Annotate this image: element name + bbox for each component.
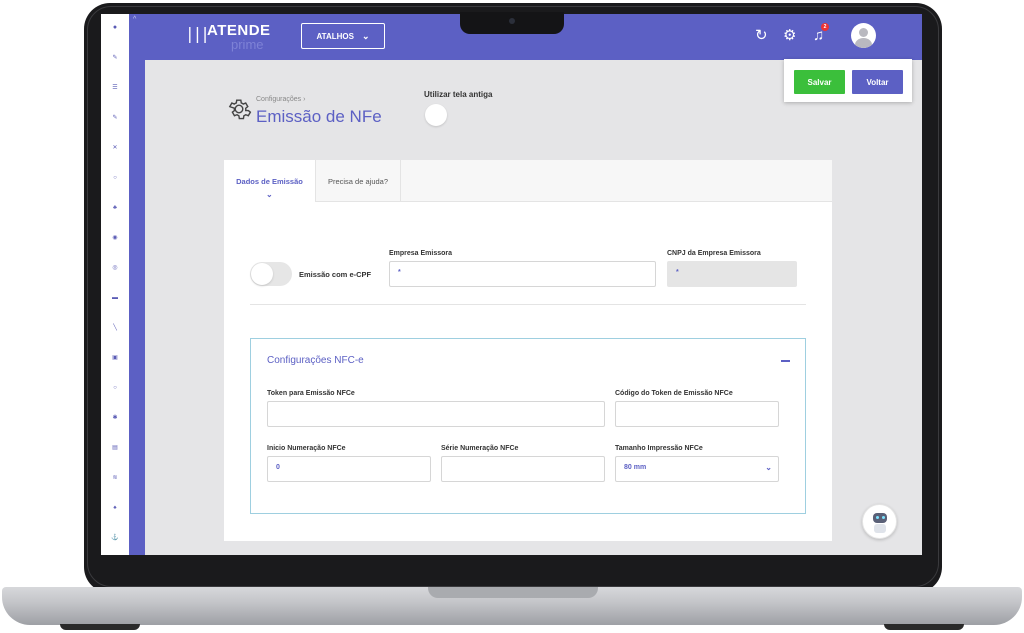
gear-icon[interactable]: ⚙ xyxy=(783,27,796,45)
menu-item-icon[interactable]: ◎ xyxy=(101,264,129,272)
back-button[interactable]: Voltar xyxy=(852,70,903,94)
menu-item-icon[interactable]: ○ xyxy=(101,174,129,182)
save-button[interactable]: Salvar xyxy=(794,70,845,94)
empresa-label: Empresa Emissora xyxy=(389,250,453,257)
nfce-panel-title: Configurações NFC-e xyxy=(267,355,364,366)
atende-prime-logo[interactable]: ||| ATENDE prime xyxy=(185,21,280,55)
divider xyxy=(250,304,806,305)
collapse-icon[interactable] xyxy=(781,360,790,362)
chevron-down-icon: ⌄ xyxy=(765,463,772,472)
ecpf-toggle[interactable] xyxy=(250,262,292,286)
menu-item-icon[interactable]: ▤ xyxy=(101,444,129,452)
tab-dados-emissao[interactable]: Dados de Emissão ⌄ xyxy=(224,160,315,203)
breadcrumb[interactable]: Configurações › xyxy=(256,96,305,103)
menu-item-icon[interactable]: ⚓ xyxy=(101,534,129,542)
menu-item-icon[interactable]: ▬ xyxy=(101,294,129,302)
cnpj-label: CNPJ da Empresa Emissora xyxy=(667,250,761,257)
tab-bar: Dados de Emissão ⌄ Precisa de ajuda? xyxy=(224,160,832,203)
series-input[interactable] xyxy=(441,456,605,482)
notification-badge: 2 xyxy=(821,23,829,31)
nav-band: ^ xyxy=(129,14,145,555)
token-label: Token para Emissão NFCe xyxy=(267,390,355,397)
barcode-icon: ||| xyxy=(185,24,210,43)
chatbot-button[interactable] xyxy=(862,504,897,539)
action-panel: Salvar Voltar xyxy=(784,59,912,102)
laptop-foot-right xyxy=(884,624,964,630)
legacy-screen-toggle[interactable] xyxy=(424,103,468,127)
laptop-base-notch xyxy=(428,587,598,598)
chevron-down-icon: ⌄ xyxy=(266,190,273,199)
menu-item-icon[interactable]: ✎ xyxy=(101,114,129,122)
menu-item-icon[interactable]: ♣ xyxy=(101,204,129,212)
legacy-screen-label: Utilizar tela antiga xyxy=(424,90,493,99)
token-code-label: Código do Token de Emissão NFCe xyxy=(615,390,733,397)
home-icon[interactable]: ● xyxy=(101,24,129,32)
start-number-input[interactable]: 0 xyxy=(267,456,431,482)
tab-precisa-ajuda[interactable]: Precisa de ajuda? xyxy=(315,160,401,202)
collapse-menu-icon[interactable]: ^ xyxy=(133,16,136,23)
menu-item-icon[interactable]: ◉ xyxy=(101,234,129,242)
camera-notch xyxy=(460,12,564,34)
menu-item-icon[interactable]: ▣ xyxy=(101,354,129,362)
app-screen: ● ✎ ☰ ✎ ✕ ○ ♣ ◉ ◎ ▬ ╲ ▣ ○ ✱ ▤ ≋ ♠ ⚓ ^ ||… xyxy=(101,14,922,555)
page-title: Emissão de NFe xyxy=(256,107,382,126)
print-size-value: 80 mm xyxy=(624,464,647,471)
emission-card: Dados de Emissão ⌄ Precisa de ajuda? Emi… xyxy=(224,160,832,541)
empresa-input[interactable]: * xyxy=(389,261,656,287)
menu-item-icon[interactable]: ♠ xyxy=(101,504,129,512)
ecpf-label: Emissão com e-CPF xyxy=(299,270,372,279)
menu-item-icon[interactable]: ☰ xyxy=(101,84,129,92)
print-size-select[interactable]: 80 mm ⌄ xyxy=(615,456,779,482)
token-input[interactable] xyxy=(267,401,605,427)
menu-item-icon[interactable]: ✎ xyxy=(101,54,129,62)
print-size-label: Tamanho Impressão NFCe xyxy=(615,445,703,452)
menu-item-icon[interactable]: ╲ xyxy=(101,324,129,332)
avatar[interactable] xyxy=(851,23,876,48)
left-icon-rail: ● ✎ ☰ ✎ ✕ ○ ♣ ◉ ◎ ▬ ╲ ▣ ○ ✱ ▤ ≋ ♠ ⚓ xyxy=(101,14,129,555)
settings-gear-icon xyxy=(228,99,252,120)
start-number-label: Inicio Numeração NFCe xyxy=(267,445,346,452)
menu-item-icon[interactable]: ≋ xyxy=(101,474,129,482)
token-code-input[interactable] xyxy=(615,401,779,427)
logo-sub: prime xyxy=(231,37,264,52)
shortcuts-label: ATALHOS xyxy=(316,31,354,41)
menu-item-icon[interactable]: ○ xyxy=(101,384,129,392)
chevron-down-icon: ⌄ xyxy=(361,30,370,41)
laptop-foot-left xyxy=(60,624,140,630)
nfce-panel: Configurações NFC-e Token para Emissão N… xyxy=(250,338,806,514)
menu-item-icon[interactable]: ✱ xyxy=(101,414,129,422)
refresh-icon[interactable]: ↻ xyxy=(755,27,768,45)
shortcuts-dropdown[interactable]: ATALHOS ⌄ xyxy=(301,23,385,49)
menu-item-icon[interactable]: ✕ xyxy=(101,144,129,152)
series-label: Série Numeração NFCe xyxy=(441,445,519,452)
cnpj-field: * xyxy=(667,261,797,287)
